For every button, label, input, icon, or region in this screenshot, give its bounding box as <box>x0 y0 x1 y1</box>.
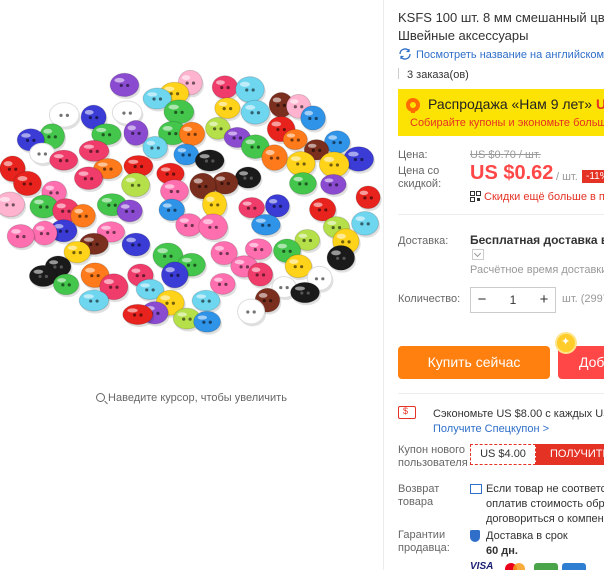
sewing-button <box>78 289 111 314</box>
returns-label: Возврат товара <box>398 483 440 508</box>
product-image[interactable] <box>0 60 383 360</box>
per-unit-label: / шт. <box>556 171 578 183</box>
sewing-button <box>191 289 222 314</box>
coin-icon <box>555 332 577 354</box>
delivery-time: Расчётное время доставки: <box>470 264 604 276</box>
quantity-input[interactable]: 1 <box>493 288 533 312</box>
payment-logo <box>562 563 586 570</box>
sewing-button <box>6 223 36 251</box>
shield-icon <box>470 530 480 542</box>
sewing-button <box>211 75 240 101</box>
orders-count: 3 заказа(ов) <box>398 68 469 81</box>
coupon-savings-text: Сэкономьте US $8.00 с каждых US $ <box>433 408 604 420</box>
shipping-label: Доставка: <box>398 235 449 247</box>
location-pin-icon <box>406 98 420 113</box>
sewing-button <box>193 310 223 335</box>
zoom-hint-text: Наведите курсор, чтобы увеличить <box>108 392 287 404</box>
sewing-button <box>121 232 152 259</box>
sewing-button <box>73 166 105 193</box>
sewing-button <box>247 262 275 289</box>
discounted-price: US $0.62 <box>470 162 554 184</box>
product-title-line1: KSFS 100 шт. 8 мм смешанный цве <box>398 10 604 25</box>
payment-logo <box>534 563 558 570</box>
sewing-button <box>355 185 382 212</box>
divider <box>398 214 604 215</box>
product-info-panel: KSFS 100 шт. 8 мм смешанный цве Швейные … <box>384 0 604 570</box>
buy-now-button[interactable]: Купить сейчас <box>398 346 550 379</box>
coupon-value: US $4.00 <box>470 444 536 465</box>
special-coupon-link[interactable]: Получите Спецкупон > <box>433 423 549 435</box>
product-title: KSFS 100 шт. 8 мм смешанный цве Швейные … <box>398 9 604 45</box>
zoom-hint: Наведите курсор, чтобы увеличить <box>0 392 383 404</box>
sewing-button <box>240 99 272 127</box>
quantity-label: Количество: <box>398 293 461 305</box>
sewing-button <box>288 172 318 197</box>
sewing-button <box>49 149 80 173</box>
returns-policy-text: Если товар не соответст оплатив стоимость… <box>486 483 604 525</box>
app-discount-link[interactable]: Скидки ещё больше в пр <box>470 191 604 203</box>
shipping-value: Бесплатная доставка в Ru <box>470 233 604 247</box>
sewing-button <box>290 281 321 306</box>
sewing-button <box>122 303 155 328</box>
sale-banner-title: Распродажа «Нам 9 лет» US <box>428 96 604 112</box>
product-title-line2: Швейные аксессуары <box>398 28 529 43</box>
sewing-button <box>52 273 81 298</box>
sewing-buttons-image <box>0 69 382 335</box>
translate-icon <box>399 48 411 60</box>
sewing-button <box>116 199 144 225</box>
sewing-button <box>109 72 141 100</box>
sale-banner[interactable]: Распродажа «Нам 9 лет» US Собирайте купо… <box>398 89 604 136</box>
sewing-button <box>198 213 230 243</box>
price-label: Цена: <box>398 149 428 161</box>
quantity-increase-button[interactable]: + <box>533 288 555 312</box>
sale-banner-subtitle: Собирайте купоны и экономьте больше! <box>410 117 604 129</box>
guarantee-label: Гарантии продавца: <box>398 529 450 554</box>
translate-link-text: Посмотреть название на английском <box>416 49 604 61</box>
get-coupon-button[interactable]: ПОЛУЧИТЬ <box>536 444 604 465</box>
stock-count: шт. (2997 <box>562 293 604 305</box>
magnifier-icon <box>96 393 106 402</box>
return-box-icon <box>470 484 482 494</box>
sewing-button <box>320 173 348 197</box>
sewing-button <box>261 144 289 173</box>
original-price: US $0.70 / шт. <box>470 149 541 161</box>
visa-logo: VISA <box>470 561 494 570</box>
sewing-button <box>121 172 152 200</box>
sewing-button <box>250 213 282 238</box>
quantity-decrease-button[interactable]: − <box>471 288 493 312</box>
sewing-button <box>300 105 327 133</box>
product-gallery: Наведите курсор, чтобы увеличить <box>0 0 383 570</box>
quantity-stepper: − 1 + <box>470 287 556 313</box>
chevron-down-icon[interactable] <box>472 249 484 260</box>
discount-price-label: Цена со скидкой: <box>398 165 442 190</box>
qr-code-icon <box>470 191 481 202</box>
mastercard-logo-right <box>513 563 525 570</box>
new-user-coupon-label: Купон нового пользователя <box>398 444 468 469</box>
divider <box>398 393 604 394</box>
sewing-button <box>194 149 226 174</box>
coupon-icon <box>398 406 416 419</box>
guarantee-text: Доставка в срок 60 дн. <box>486 530 568 557</box>
translate-title-link[interactable]: Посмотреть название на английском <box>398 48 604 61</box>
sewing-button <box>326 244 357 273</box>
discount-badge: -11% <box>582 170 604 183</box>
